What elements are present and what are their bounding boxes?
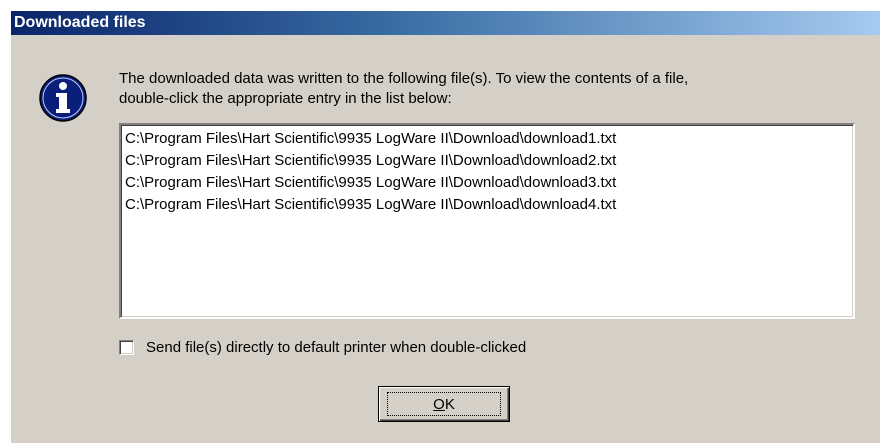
info-icon (39, 74, 87, 122)
file-list-item[interactable]: C:\Program Files\Hart Scientific\9935 Lo… (125, 194, 849, 216)
ok-mnemonic: O (433, 395, 445, 413)
file-list-item[interactable]: C:\Program Files\Hart Scientific\9935 Lo… (125, 172, 849, 194)
message-line-1: The downloaded data was written to the f… (119, 70, 689, 87)
print-directly-label[interactable]: Send file(s) directly to default printer… (146, 339, 526, 356)
dialog-title: Downloaded files (11, 11, 880, 35)
print-option-row[interactable]: Send file(s) directly to default printer… (119, 337, 526, 357)
instruction-message: The downloaded data was written to the f… (119, 69, 839, 109)
print-directly-checkbox[interactable] (119, 339, 134, 355)
message-line-2: double-click the appropriate entry in th… (119, 90, 452, 107)
file-list-item[interactable]: C:\Program Files\Hart Scientific\9935 Lo… (125, 128, 849, 150)
ok-button-label: OK (387, 392, 501, 416)
file-list[interactable]: C:\Program Files\Hart Scientific\9935 Lo… (119, 123, 855, 319)
ok-label-rest: K (444, 395, 455, 413)
file-list-item[interactable]: C:\Program Files\Hart Scientific\9935 Lo… (125, 150, 849, 172)
downloaded-files-dialog: Downloaded files The downloaded data was… (10, 10, 880, 443)
ok-button[interactable]: OK (378, 386, 510, 422)
